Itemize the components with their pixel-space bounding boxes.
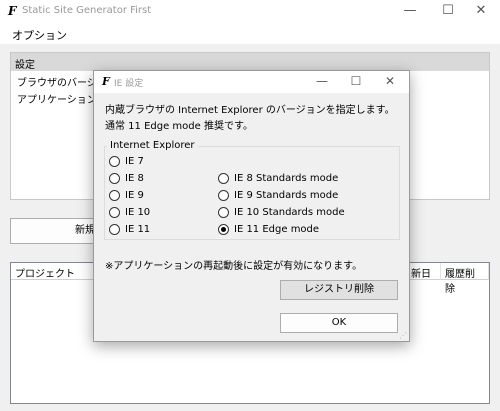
window-title: Static Site Generator First [22,5,152,16]
radio-label: IE 10 [125,206,151,218]
radio-button-icon [218,172,229,184]
dialog-maximize-button[interactable]: ☐ [339,71,373,93]
radio-button-icon [109,189,120,201]
radio-button-icon [109,155,120,167]
ie-version-group-label: Internet Explorer [107,140,198,151]
menu-bar: オプション [0,24,500,44]
radio-button-icon [109,223,120,235]
radio-ie8-standards[interactable]: IE 8 Standards mode [218,171,338,185]
radio-label: IE 8 Standards mode [234,172,339,184]
radio-label: IE 11 Edge mode [234,223,320,235]
minimize-button[interactable]: — [391,0,429,24]
dialog-minimize-button[interactable]: — [305,71,339,93]
radio-label: IE 7 [125,155,144,167]
dialog-close-button[interactable]: ✕ [373,71,407,93]
radio-button-icon [218,189,229,201]
dialog-description-line2: 通常 11 Edge mode 推奨です。 [105,121,253,132]
radio-ie9-standards[interactable]: IE 9 Standards mode [218,188,338,202]
restart-note: ※アプリケーションの再起動後に設定が有効になります。 [105,261,363,272]
column-header-delete-history[interactable]: 履歴削除 [441,263,489,295]
radio-ie8[interactable]: IE 8 [109,171,144,185]
radio-button-icon [109,172,120,184]
app-logo-icon: F [8,4,17,18]
close-button[interactable]: ✕ [462,0,500,24]
delete-registry-button[interactable]: レジストリ削除 [280,280,398,300]
radio-label: IE 8 [125,172,144,184]
radio-ie9[interactable]: IE 9 [109,188,144,202]
radio-label: IE 9 Standards mode [234,189,339,201]
resize-grip-icon[interactable]: ⋰ [399,331,407,340]
radio-label: IE 10 Standards mode [234,206,345,218]
settings-header: 設定 [11,53,489,71]
ok-button[interactable]: OK [280,313,398,333]
dialog-titlebar: F IE 設定 — ☐ ✕ [94,71,409,93]
main-titlebar: F Static Site Generator First — ☐ ✕ [0,0,500,24]
radio-ie10[interactable]: IE 10 [109,205,150,219]
radio-ie11[interactable]: IE 11 [109,222,150,236]
radio-label: IE 9 [125,189,144,201]
dialog-description-line1: 内蔵ブラウザの Internet Explorer のバージョンを指定します。 [105,105,395,116]
radio-label: IE 11 [125,223,151,235]
dialog-logo-icon: F [102,75,110,88]
radio-ie11-edge[interactable]: IE 11 Edge mode [218,222,319,236]
radio-button-icon [218,206,229,218]
radio-button-icon [218,223,229,235]
menu-options[interactable]: オプション [12,27,67,43]
radio-ie10-standards[interactable]: IE 10 Standards mode [218,205,345,219]
dialog-title: IE 設定 [114,79,144,89]
radio-button-icon [109,206,120,218]
ie-settings-dialog: F IE 設定 — ☐ ✕ 内蔵ブラウザの Internet Explorer … [93,70,410,342]
radio-ie7[interactable]: IE 7 [109,154,144,168]
